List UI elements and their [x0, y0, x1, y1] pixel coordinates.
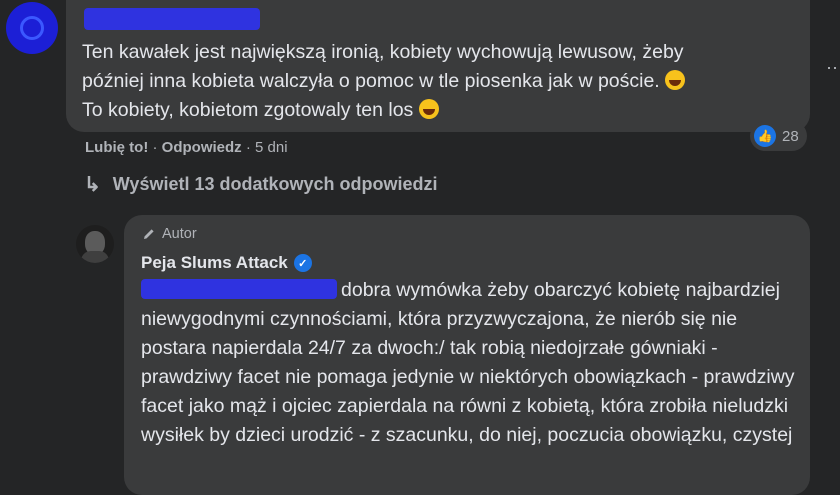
pencil-icon [144, 229, 154, 239]
comment-line-1: Ten kawałek jest największą ironią, kobi… [82, 41, 684, 63]
reply-text: dobra wymówka żeby obarczyć kobietę najb… [141, 279, 795, 446]
comment-line-3: To kobiety, kobietom zgotowaly ten los [82, 99, 414, 121]
meta-separator: · [245, 139, 251, 156]
reply-author[interactable]: Peja Slums Attack ✓ [141, 253, 312, 273]
meta-separator: · [152, 139, 158, 156]
grinning-sweat-emoji-icon [665, 70, 686, 90]
reply-author-name: Peja Slums Attack [141, 253, 288, 272]
view-more-replies-label: Wyświetl 13 dodatkowych odpowiedzi [112, 174, 438, 194]
comment-text: Ten kawałek jest największą ironią, kobi… [82, 38, 802, 125]
comment-line-2: później inna kobieta walczyła o pomoc w … [82, 70, 660, 92]
author-avatar[interactable] [76, 225, 114, 263]
redacted-commenter-name [84, 8, 260, 30]
like-link[interactable]: Lubię to! [85, 139, 148, 156]
avatar-ring [20, 16, 44, 40]
commenter-avatar[interactable] [6, 2, 58, 54]
author-badge-label: Autor [162, 226, 197, 242]
reaction-summary[interactable]: 👍 28 [750, 121, 807, 151]
grinning-sweat-emoji-icon [418, 99, 439, 119]
thumbs-up-icon: 👍 [754, 125, 776, 147]
more-options-icon[interactable]: ⋯ [826, 58, 840, 79]
author-badge: Autor [142, 226, 197, 242]
verified-check-icon: ✓ [293, 254, 312, 272]
reply-link[interactable]: Odpowiedz [162, 139, 242, 156]
reply-arrow-icon: ↳ [84, 174, 101, 196]
view-more-replies-button[interactable]: ↳ Wyświetl 13 dodatkowych odpowiedzi [84, 172, 438, 197]
avatar-body [81, 251, 109, 263]
reaction-count: 28 [782, 127, 799, 145]
comment-time[interactable]: 5 dni [255, 139, 288, 156]
comment-meta: Lubię to! · Odpowiedz · 5 dni [85, 139, 288, 156]
